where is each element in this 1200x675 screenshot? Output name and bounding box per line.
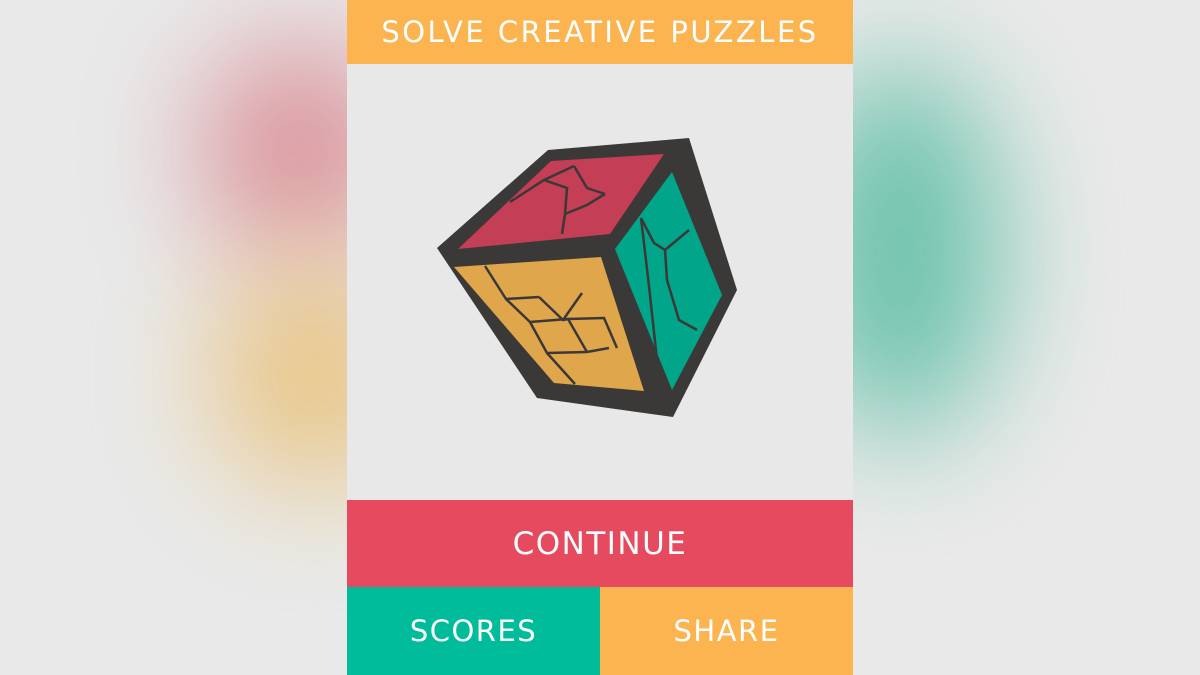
share-button[interactable]: SHARE [600, 587, 853, 675]
continue-button-label: CONTINUE [512, 525, 688, 562]
scores-button[interactable]: SCORES [347, 587, 600, 675]
header-title: SOLVE CREATIVE PUZZLES [381, 15, 819, 49]
puzzle-cube-icon [437, 138, 737, 417]
header-banner: SOLVE CREATIVE PUZZLES [347, 0, 853, 64]
share-button-label: SHARE [673, 614, 780, 648]
scores-button-label: SCORES [409, 614, 538, 648]
continue-button[interactable]: CONTINUE [347, 500, 853, 587]
game-screen: SOLVE CREATIVE PUZZLES CONTINUE SCORES S… [347, 0, 853, 675]
